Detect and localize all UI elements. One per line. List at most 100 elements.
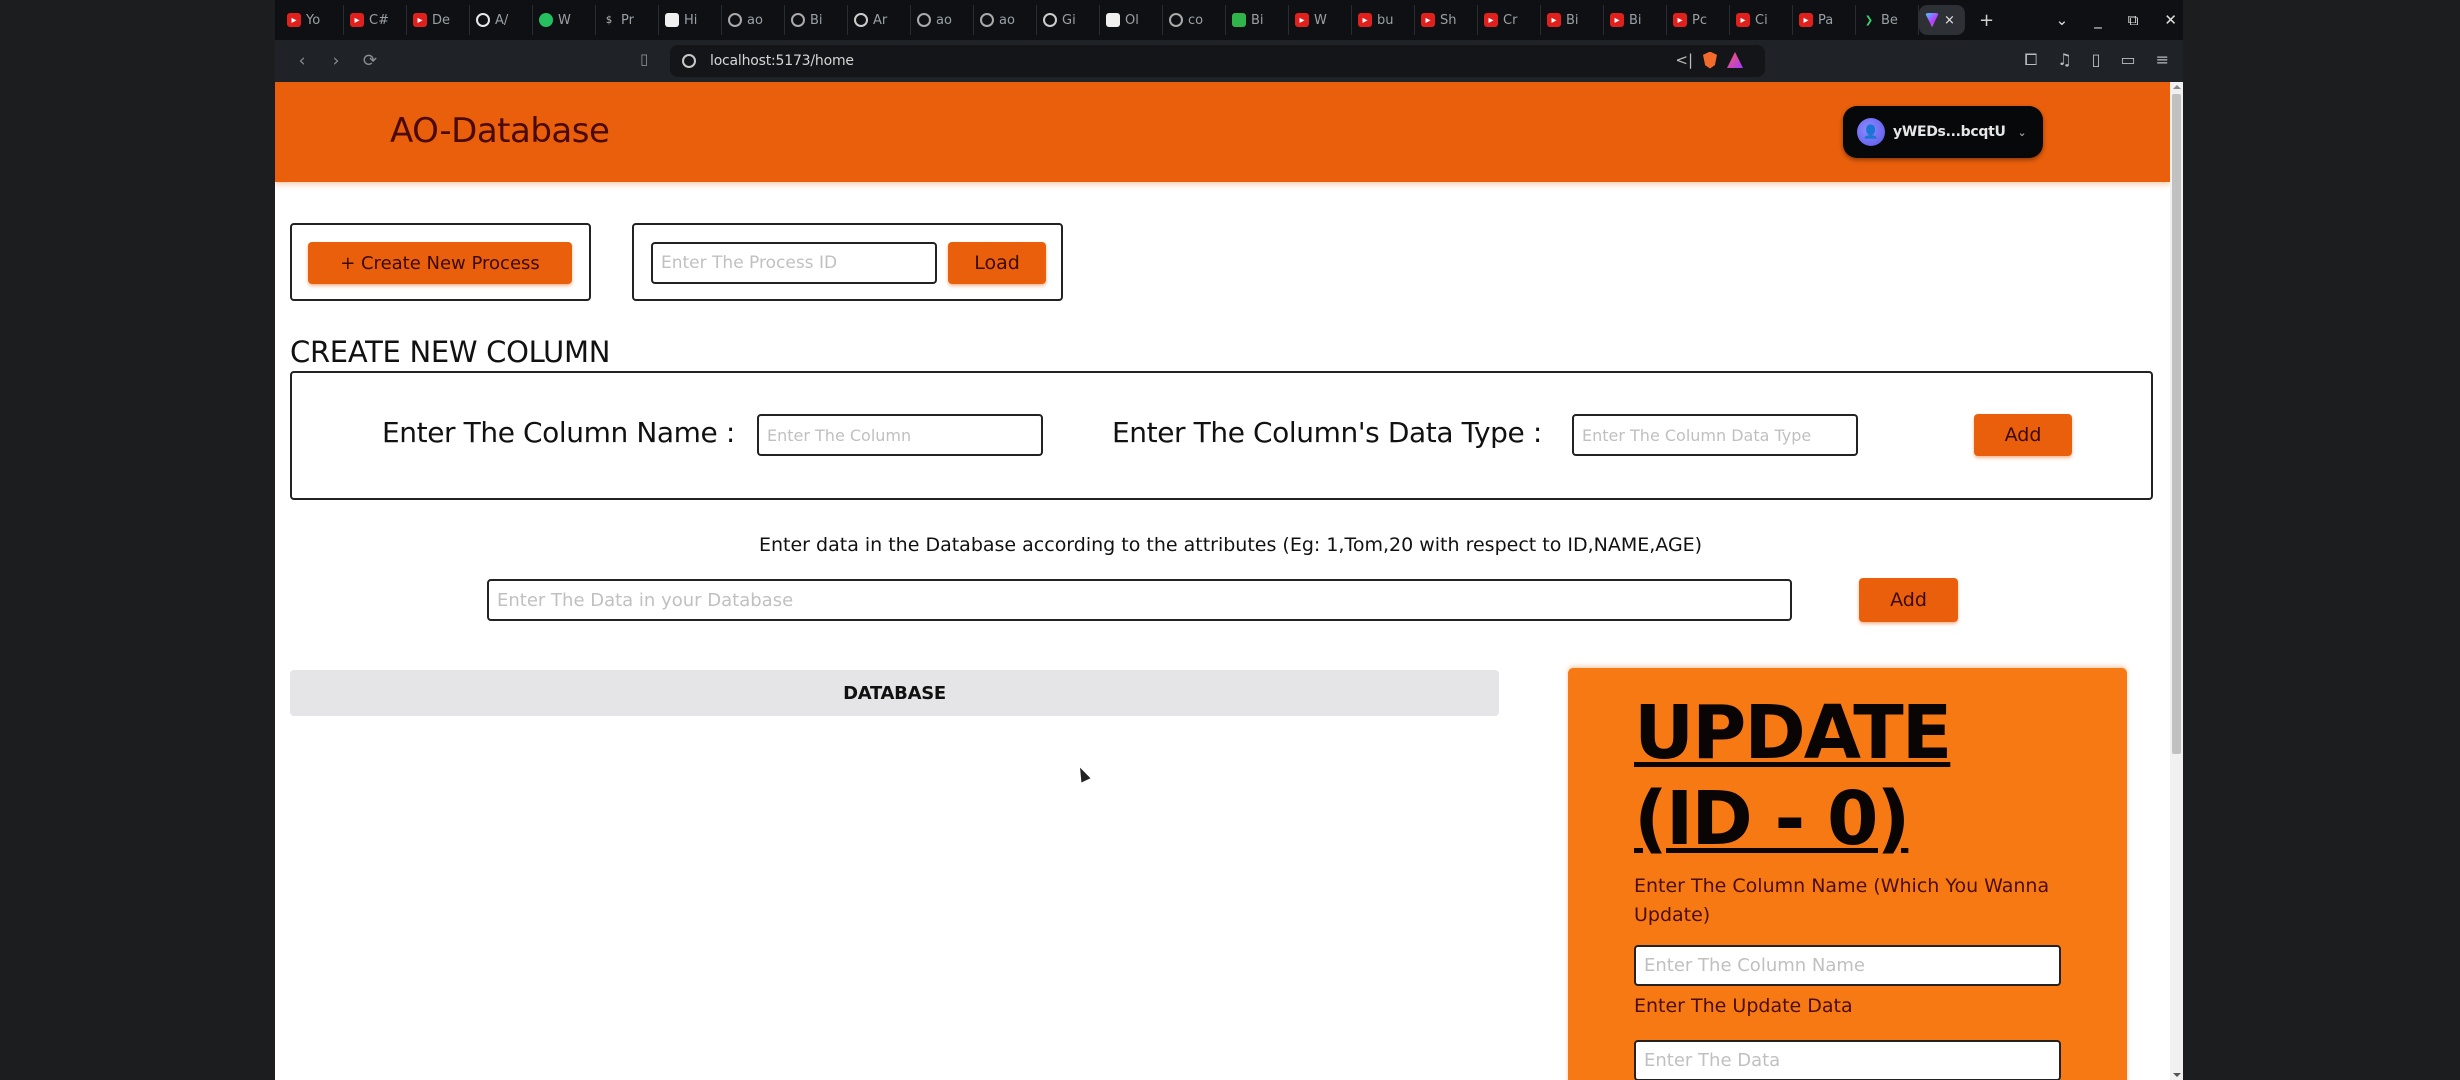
wallet-connect-button[interactable]: 👤 yWEDs...bcqtU ⌄ bbox=[1843, 106, 2043, 158]
tab-label: ao bbox=[936, 12, 952, 28]
tab-label: Yo bbox=[306, 12, 321, 28]
forward-icon[interactable]: › bbox=[319, 51, 353, 71]
minimize-icon[interactable]: _ bbox=[2094, 11, 2102, 29]
update-title-line2: (ID - 0) bbox=[1634, 776, 1910, 862]
data-entry-hint-text: Enter data in the Database according to … bbox=[759, 534, 1703, 556]
youtube-icon: ▸ bbox=[1736, 13, 1750, 27]
media-icon[interactable]: ♫ bbox=[2057, 50, 2071, 70]
youtube-icon: ▸ bbox=[1610, 13, 1624, 27]
chevron-down-icon: ⌄ bbox=[2017, 125, 2027, 139]
reload-icon[interactable]: ⟳ bbox=[353, 51, 387, 71]
brave-rewards-icon[interactable] bbox=[1727, 52, 1743, 68]
browser-tab[interactable]: ao bbox=[911, 5, 974, 35]
new-tab-button[interactable]: + bbox=[1965, 10, 2008, 31]
database-table-header: DATABASE bbox=[290, 670, 1499, 716]
process-id-input[interactable]: Enter The Process ID bbox=[651, 242, 937, 284]
load-button[interactable]: Load bbox=[948, 242, 1046, 284]
browser-tab[interactable]: ❯ Be bbox=[1856, 5, 1919, 35]
tab-strip: ▸ Yo ▸ C# ▸ De A/W $ Pr Hi ao Bi Ar ao ao Gi Ol co Bi ▸ W ▸ bu… bbox=[275, 0, 2183, 40]
browser-tab[interactable]: W bbox=[533, 5, 596, 35]
browser-tab[interactable]: co bbox=[1163, 5, 1226, 35]
browser-tab[interactable]: Gi bbox=[1037, 5, 1100, 35]
menu-icon[interactable]: ≡ bbox=[2156, 50, 2169, 70]
tab-label: co bbox=[1188, 12, 1204, 28]
page-viewport: AO-Database 👤 yWEDs...bcqtU ⌄ + Create N… bbox=[275, 82, 2170, 1080]
browser-tab[interactable]: ▸ Pa bbox=[1793, 5, 1856, 35]
column-name-input[interactable]: Enter The Column bbox=[757, 414, 1043, 456]
sidebar-icon[interactable]: ▯ bbox=[2092, 50, 2101, 70]
wallet-icon[interactable]: ▭ bbox=[2120, 50, 2135, 70]
browser-tab[interactable]: ▸ Yo bbox=[281, 5, 344, 35]
tab-label: W bbox=[1314, 12, 1327, 28]
column-type-input[interactable]: Enter The Column Data Type bbox=[1572, 414, 1858, 456]
browser-tab[interactable]: Bi bbox=[1226, 5, 1289, 35]
site-info-icon[interactable] bbox=[682, 54, 696, 68]
github-icon bbox=[476, 13, 490, 27]
create-new-process-button[interactable]: + Create New Process bbox=[308, 242, 572, 284]
scrollbar-thumb[interactable] bbox=[2172, 94, 2181, 754]
scroll-down-icon[interactable] bbox=[2173, 1073, 2181, 1077]
browser-tab[interactable]: A/ bbox=[470, 5, 533, 35]
address-bar[interactable]: localhost:5173/home <| bbox=[670, 45, 1765, 77]
browser-tab[interactable]: $ Pr bbox=[596, 5, 659, 35]
browser-window: ▸ Yo ▸ C# ▸ De A/W $ Pr Hi ao Bi Ar ao ao Gi Ol co Bi ▸ W ▸ bu… bbox=[275, 0, 2183, 1080]
page-scrollbar[interactable] bbox=[2170, 82, 2183, 1080]
tab-label: De bbox=[432, 12, 451, 28]
user-avatar-icon: 👤 bbox=[1857, 118, 1885, 146]
browser-tab[interactable]: ▸ Cr bbox=[1478, 5, 1541, 35]
browser-tab[interactable]: ▸ C# bbox=[344, 5, 407, 35]
green-app-icon bbox=[1232, 13, 1246, 27]
youtube-icon: ▸ bbox=[1484, 13, 1498, 27]
browser-tab[interactable]: ▸ W bbox=[1289, 5, 1352, 35]
tab-label: Be bbox=[1881, 12, 1898, 28]
scroll-up-icon[interactable] bbox=[2173, 85, 2181, 89]
add-data-button[interactable]: Add bbox=[1859, 578, 1958, 622]
update-title: UPDATE (ID - 0) bbox=[1634, 690, 1952, 862]
youtube-icon: ▸ bbox=[413, 13, 427, 27]
update-column-input[interactable]: Enter The Column Name bbox=[1634, 945, 2061, 986]
bookmark-icon[interactable]: ▯ bbox=[640, 50, 648, 68]
tab-label: Bi bbox=[1251, 12, 1264, 28]
brave-shields-icon[interactable] bbox=[1703, 51, 1717, 69]
tab-label: Ar bbox=[873, 12, 888, 28]
tab-label: Bi bbox=[1629, 12, 1642, 28]
extensions-icon[interactable]: ⧠ bbox=[2025, 50, 2038, 70]
close-tab-icon[interactable]: × bbox=[1944, 13, 1955, 28]
browser-tab[interactable]: ▸ Bi bbox=[1604, 5, 1667, 35]
add-column-button[interactable]: Add bbox=[1974, 414, 2072, 456]
youtube-icon: ▸ bbox=[1421, 13, 1435, 27]
tab-search-icon[interactable]: ⌄ bbox=[2056, 11, 2069, 29]
app-title: AO-Database bbox=[390, 111, 610, 151]
back-icon[interactable]: ‹ bbox=[285, 51, 319, 71]
browser-tab[interactable]: ▸ bu bbox=[1352, 5, 1415, 35]
browser-tab[interactable]: Ar bbox=[848, 5, 911, 35]
browser-tab[interactable]: Bi bbox=[785, 5, 848, 35]
url-text[interactable]: localhost:5173/home bbox=[710, 53, 854, 69]
restore-icon[interactable]: ⧉ bbox=[2128, 11, 2139, 29]
share-icon[interactable]: <| bbox=[1675, 51, 1693, 69]
update-card: UPDATE (ID - 0) Enter The Column Name (W… bbox=[1568, 668, 2127, 1080]
browser-tab[interactable]: Hi bbox=[659, 5, 722, 35]
browser-tab[interactable]: ▸ Sh bbox=[1415, 5, 1478, 35]
green-arrow-icon: ❯ bbox=[1864, 14, 1874, 26]
app-header: AO-Database 👤 yWEDs...bcqtU ⌄ bbox=[275, 82, 2170, 182]
browser-tab[interactable]: ao bbox=[722, 5, 785, 35]
app-icon bbox=[665, 13, 679, 27]
column-name-label: Enter The Column Name : bbox=[382, 416, 735, 449]
update-data-input[interactable]: Enter The Data bbox=[1634, 1040, 2061, 1080]
globe-icon bbox=[1043, 13, 1057, 27]
browser-tab[interactable]: ao bbox=[974, 5, 1037, 35]
browser-tab[interactable]: ▸ De bbox=[407, 5, 470, 35]
browser-tab[interactable]: Ol bbox=[1100, 5, 1163, 35]
database-data-input[interactable]: Enter The Data in your Database bbox=[487, 579, 1792, 621]
browser-tab[interactable]: ▸ Bi bbox=[1541, 5, 1604, 35]
active-browser-tab[interactable]: × bbox=[1919, 5, 1965, 35]
browser-tab[interactable]: ▸ Pc bbox=[1667, 5, 1730, 35]
dollar-icon: $ bbox=[605, 14, 613, 26]
load-process-panel: Enter The Process ID Load bbox=[632, 223, 1063, 301]
browser-tab[interactable]: ▸ Ci bbox=[1730, 5, 1793, 35]
tab-label: A/ bbox=[495, 12, 509, 28]
window-controls: ⌄ _ ⧉ ✕ bbox=[2056, 0, 2177, 40]
close-window-icon[interactable]: ✕ bbox=[2164, 11, 2177, 29]
tab-label: bu bbox=[1377, 12, 1394, 28]
